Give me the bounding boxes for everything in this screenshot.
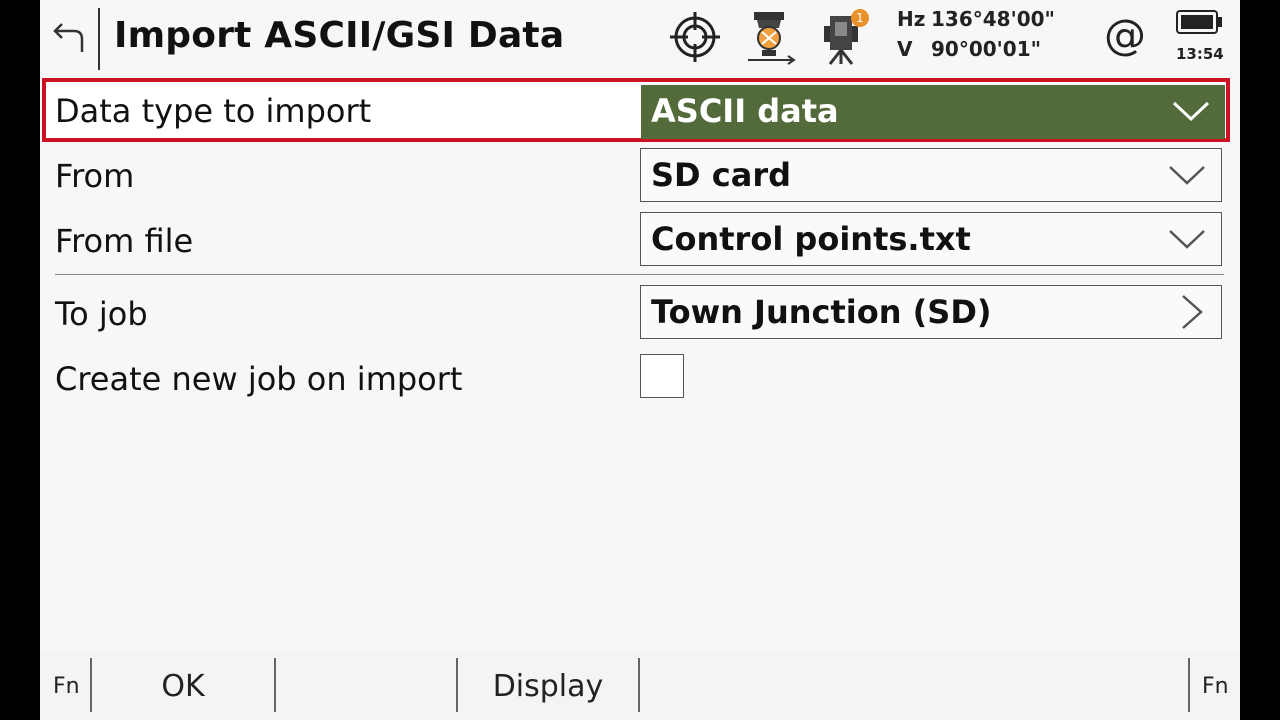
data-type-dropdown[interactable]: ASCII data xyxy=(641,85,1225,139)
fn-left-key[interactable]: Fn xyxy=(53,674,80,699)
back-arrow-icon[interactable] xyxy=(52,18,88,58)
from-dropdown[interactable]: SD card xyxy=(640,148,1222,202)
chevron-down-icon xyxy=(1169,230,1205,249)
softkey-separator xyxy=(1188,658,1190,712)
chevron-right-icon xyxy=(1182,295,1203,329)
softkey-bar: Fn OK Display Fn xyxy=(40,652,1240,720)
create-new-job-label: Create new job on import xyxy=(55,360,463,398)
data-type-value: ASCII data xyxy=(651,92,839,130)
chevron-down-icon xyxy=(1172,101,1210,122)
softkey-f2-empty[interactable] xyxy=(276,652,456,720)
target-crosshair-icon[interactable] xyxy=(668,10,722,64)
from-file-label: From file xyxy=(55,222,194,260)
from-value: SD card xyxy=(651,156,791,194)
display-button[interactable]: Display xyxy=(458,652,638,720)
ok-button[interactable]: OK xyxy=(92,652,274,720)
total-station-icon[interactable]: 1 xyxy=(816,6,874,66)
hz-label: Hz xyxy=(897,7,926,31)
battery-icon xyxy=(1176,10,1222,34)
from-file-value: Control points.txt xyxy=(651,220,971,258)
create-new-job-checkbox[interactable] xyxy=(640,354,684,398)
app-screen: Import ASCII/GSI Data 1 Hz 136°48'00" V … xyxy=(40,0,1240,720)
data-type-label: Data type to import xyxy=(55,92,372,130)
section-divider xyxy=(55,274,1224,275)
from-file-dropdown[interactable]: Control points.txt xyxy=(640,212,1222,266)
prism-pole-icon[interactable] xyxy=(742,6,800,66)
from-label: From xyxy=(55,157,135,195)
header-separator xyxy=(98,8,100,70)
at-sign-icon[interactable]: @ xyxy=(1104,10,1146,59)
clock: 13:54 xyxy=(1176,45,1224,63)
to-job-selector[interactable]: Town Junction (SD) xyxy=(640,285,1222,339)
hz-value: 136°48'00" xyxy=(931,7,1055,31)
page-title: Import ASCII/GSI Data xyxy=(114,15,565,56)
v-label: V xyxy=(897,37,913,61)
angle-readout: Hz 136°48'00" V 90°00'01" xyxy=(897,4,1055,64)
to-job-value: Town Junction (SD) xyxy=(651,293,992,331)
to-job-label: To job xyxy=(55,295,148,333)
chevron-down-icon xyxy=(1169,166,1205,185)
fn-right-key[interactable]: Fn xyxy=(1202,674,1229,699)
title-bar: Import ASCII/GSI Data 1 Hz 136°48'00" V … xyxy=(40,0,1240,78)
softkey-separator xyxy=(638,658,640,712)
v-value: 90°00'01" xyxy=(931,37,1042,61)
notification-badge: 1 xyxy=(856,11,864,25)
